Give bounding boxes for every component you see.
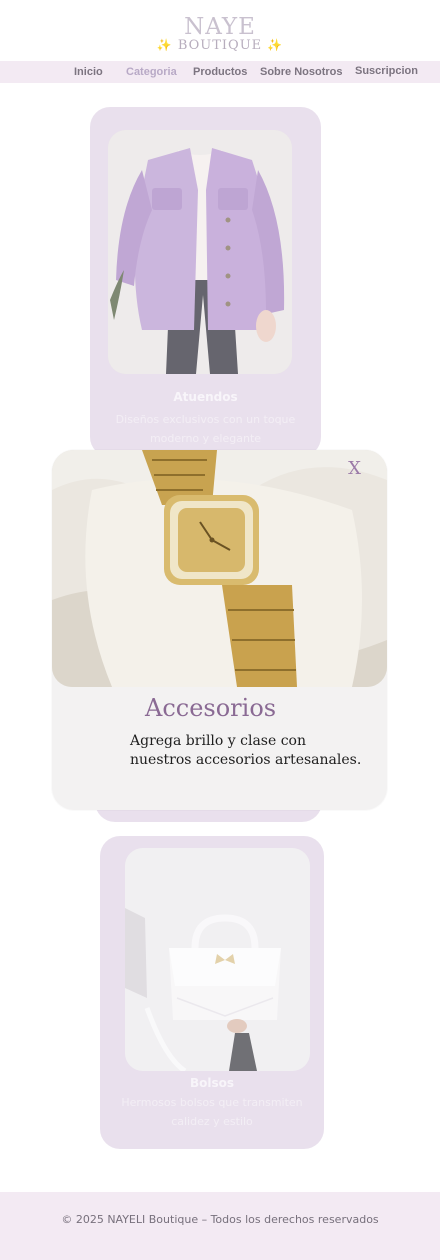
gold-watch-photo xyxy=(52,450,387,687)
card-image-bolsos xyxy=(125,848,310,1071)
category-modal: X Accesorios Agrega brillo y clase con n… xyxy=(52,450,387,810)
modal-description: Agrega brillo y clase con nuestros acces… xyxy=(130,733,362,768)
nav-item-inicio[interactable]: Inicio xyxy=(74,66,103,78)
card-desc-atuendos: Diseños exclusivos con un toque moderno … xyxy=(115,413,296,445)
brand-subtitle-text: BOUTIQUE xyxy=(177,38,263,53)
nav-item-sobre-nosotros[interactable]: Sobre Nosotros xyxy=(260,66,343,78)
brand-name[interactable]: NAYE xyxy=(0,14,440,40)
card-image-atuendos xyxy=(108,130,292,374)
nav-item-productos[interactable]: Productos xyxy=(193,66,247,78)
footer-copyright: © 2025 NAYELI Boutique – Todos los derec… xyxy=(61,1213,379,1226)
white-handbag-photo xyxy=(125,848,310,1071)
site-header: NAYE ✨ BOUTIQUE ✨ xyxy=(0,0,440,62)
close-button[interactable]: X xyxy=(348,458,361,479)
nav-item-suscripcion[interactable]: Suscripcion xyxy=(355,65,418,77)
card-title-atuendos: Atuendos xyxy=(173,390,238,404)
sparkle-icon: ✨ xyxy=(156,38,173,52)
main-nav: Inicio Categoria Productos Sobre Nosotro… xyxy=(0,61,440,83)
card-desc-bolsos: Hermosos bolsos que transmiten calidez y… xyxy=(121,1096,303,1128)
category-card-atuendos[interactable]: Atuendos Diseños exclusivos con un toque… xyxy=(90,107,321,457)
purple-jacket-photo xyxy=(108,130,292,374)
site-footer: © 2025 NAYELI Boutique – Todos los derec… xyxy=(0,1192,440,1260)
category-card-bolsos[interactable]: Bolsos Hermosos bolsos que transmiten ca… xyxy=(100,836,324,1149)
brand-subtitle: ✨ BOUTIQUE ✨ xyxy=(0,38,440,53)
modal-image xyxy=(52,450,387,687)
sparkle-icon: ✨ xyxy=(267,38,284,52)
modal-title: Accesorios xyxy=(145,694,277,722)
nav-item-categoria[interactable]: Categoria xyxy=(126,66,177,78)
card-title-bolsos: Bolsos xyxy=(189,1076,235,1090)
